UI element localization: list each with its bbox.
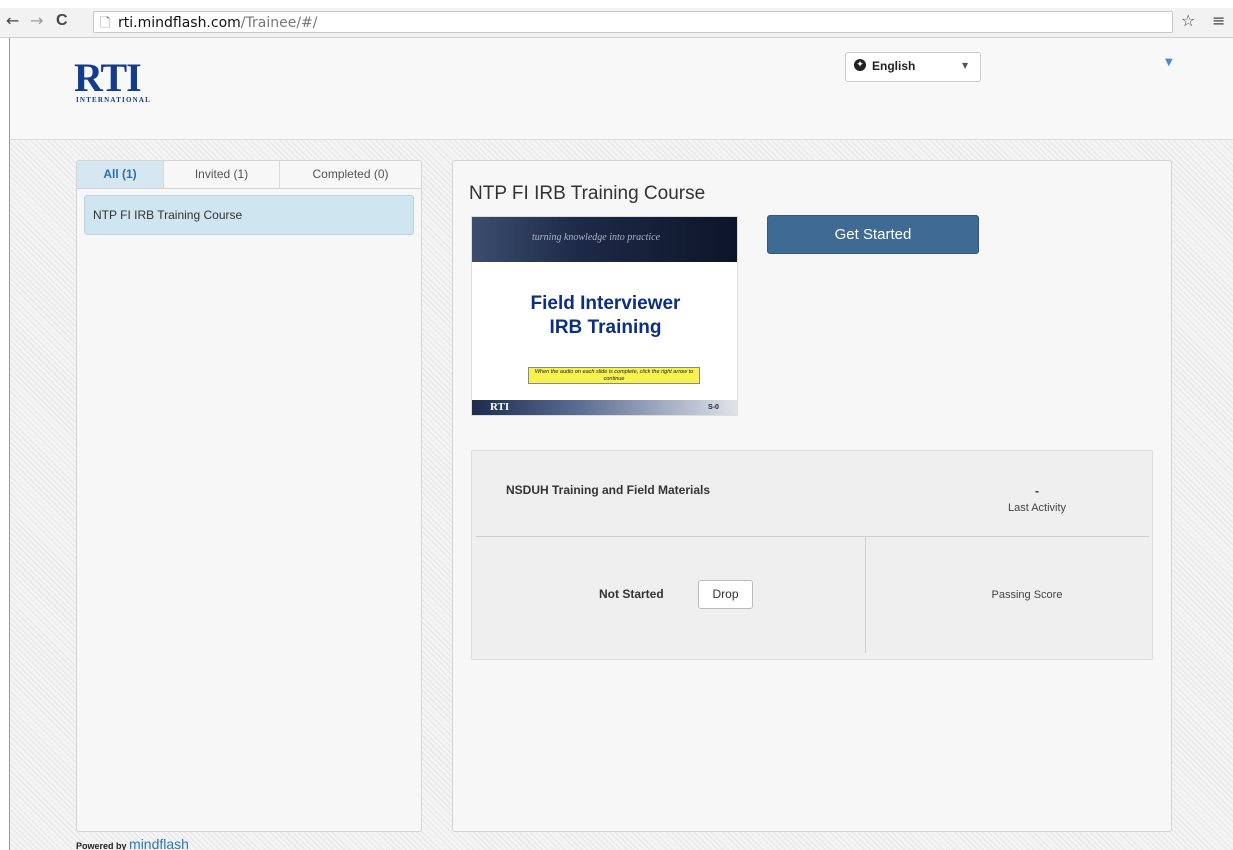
rti-logo: RTI INTERNATIONAL	[74, 58, 194, 108]
course-thumbnail[interactable]: turning knowledge into practice Field In…	[471, 216, 738, 416]
last-activity-label: Last Activity	[1007, 502, 1067, 514]
browser-menu-icon[interactable]: ≡	[1212, 11, 1225, 31]
thumbnail-note: When the audio on each slide is complete…	[528, 367, 700, 384]
passing-score-label: Passing Score	[991, 589, 1063, 601]
slide-title-line-1: Field Interviewer	[530, 293, 681, 314]
account-menu-icon[interactable]: ▼	[1165, 57, 1173, 68]
url-text: rti.mindflash.com/Trainee/#/	[118, 15, 318, 31]
course-list-panel: All (1) Invited (1) Completed (0) NTP FI…	[76, 160, 422, 832]
logo-text: RTI	[74, 55, 142, 100]
tab-all[interactable]: All (1)	[77, 161, 164, 188]
site-header: RTI INTERNATIONAL ✦ English ▼ ▼	[9, 38, 1233, 140]
materials-title: NSDUH Training and Field Materials	[506, 483, 711, 497]
powered-by-label: Powered by	[76, 841, 127, 850]
materials-details-box: NSDUH Training and Field Materials - Las…	[471, 450, 1153, 660]
url-path: /Trainee/#/	[240, 15, 318, 31]
slide-title-line-2: IRB Training	[549, 317, 662, 338]
powered-by: Powered by mindflash	[76, 836, 189, 850]
tab-invited[interactable]: Invited (1)	[164, 161, 280, 188]
globe-icon: ✦	[854, 59, 866, 71]
thumbnail-footer-band	[472, 400, 737, 415]
bookmark-star-icon[interactable]: ☆	[1181, 11, 1195, 31]
course-filter-tabs: All (1) Invited (1) Completed (0)	[77, 161, 421, 189]
screenshot-frame: ← → C 🗋 rti.mindflash.com/Trainee/#/ ☆ ≡…	[0, 0, 1233, 850]
course-list-item[interactable]: NTP FI IRB Training Course	[84, 195, 414, 235]
url-host: rti.mindflash.com	[118, 15, 241, 31]
last-activity-value: -	[1035, 484, 1039, 498]
mindflash-brand[interactable]: mindflash	[129, 836, 189, 850]
language-label: English	[872, 59, 916, 73]
drop-button[interactable]: Drop	[698, 580, 753, 609]
main-area: All (1) Invited (1) Completed (0) NTP FI…	[9, 140, 1233, 850]
language-select[interactable]: ✦ English ▼	[845, 52, 981, 82]
thumbnail-footer-logo: RTI	[490, 401, 510, 413]
tab-completed[interactable]: Completed (0)	[280, 161, 421, 188]
logo-subtext: INTERNATIONAL	[76, 96, 151, 104]
course-detail-panel: NTP FI IRB Training Course turning knowl…	[452, 160, 1172, 832]
browser-toolbar: ← → C 🗋 rti.mindflash.com/Trainee/#/ ☆ ≡	[0, 8, 1233, 38]
address-bar[interactable]: 🗋 rti.mindflash.com/Trainee/#/	[93, 11, 1173, 33]
back-arrow-icon[interactable]: ←	[6, 11, 19, 31]
thumbnail-slide-title: Field Interviewer IRB Training	[472, 292, 737, 340]
divider-horizontal	[476, 536, 1149, 537]
course-title: NTP FI IRB Training Course	[469, 183, 706, 204]
thumbnail-banner-text: turning knowledge into practice	[532, 232, 661, 243]
forward-arrow-icon[interactable]: →	[30, 11, 43, 31]
reload-icon[interactable]: C	[56, 11, 68, 31]
chevron-down-icon: ▼	[962, 61, 969, 70]
thumbnail-slide-number: S-0	[708, 404, 719, 411]
status-text: Not Started	[599, 587, 664, 601]
page-icon: 🗋	[100, 16, 111, 31]
get-started-button[interactable]: Get Started	[767, 215, 979, 254]
divider-vertical	[865, 537, 866, 653]
